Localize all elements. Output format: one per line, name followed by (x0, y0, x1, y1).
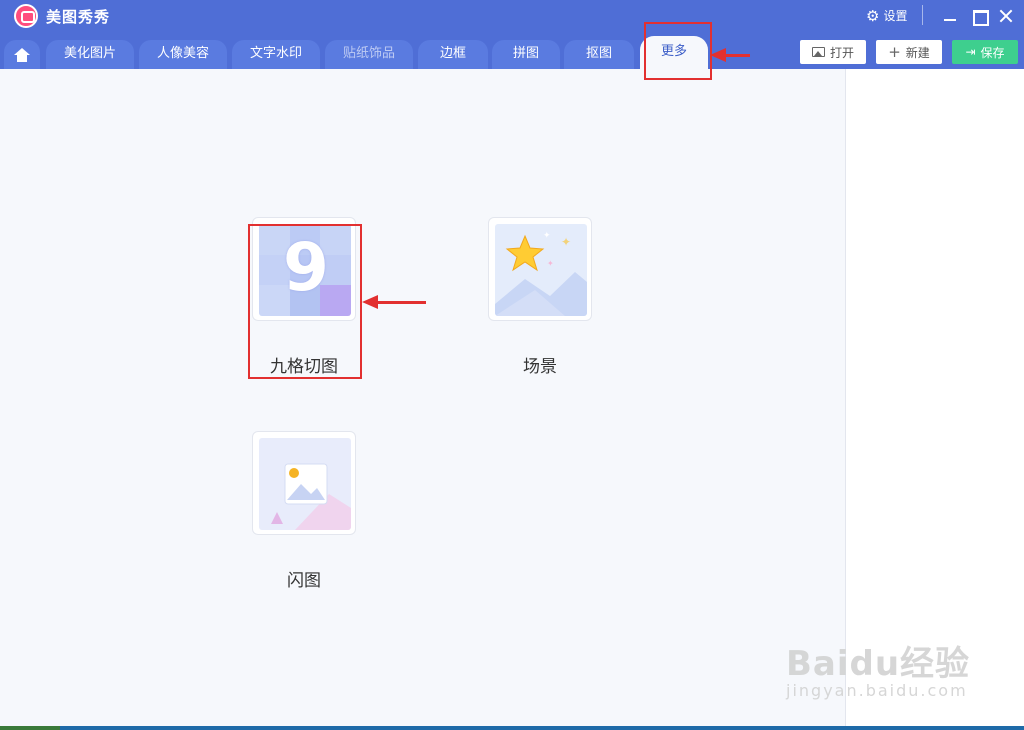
watermark: Baidu经验 jingyan.baidu.com (786, 636, 970, 700)
taskbar-strip (0, 726, 1024, 730)
open-button[interactable]: 打开 (800, 40, 866, 64)
tab-beautify[interactable]: 美化图片 (46, 40, 134, 69)
annotation-box-nine-grid (248, 224, 362, 379)
settings-button[interactable]: ⚙ 设置 (866, 7, 907, 24)
maximize-button[interactable] (969, 6, 989, 26)
close-button[interactable] (996, 6, 1016, 26)
svg-text:✦: ✦ (547, 259, 554, 268)
svg-text:✦: ✦ (543, 231, 551, 241)
watermark-main: Baidu经验 (786, 644, 971, 684)
save-button[interactable]: ⇥ 保存 (952, 40, 1018, 64)
title-bar: 美图秀秀 ⚙ 设置 (0, 0, 1024, 32)
tool-label-scene: 场景 (523, 357, 557, 377)
svg-text:✦: ✦ (561, 235, 571, 249)
gear-icon: ⚙ (866, 6, 880, 25)
open-label: 打开 (829, 45, 854, 60)
right-panel (845, 69, 1024, 726)
tab-bar: 美化图片 人像美容 文字水印 贴纸饰品 边框 拼图 抠图 更多 (0, 32, 1024, 69)
minimize-button[interactable] (940, 6, 960, 26)
image-icon (811, 47, 825, 57)
app-logo-icon (14, 4, 38, 28)
home-icon (14, 48, 30, 62)
new-label: 新建 (905, 45, 930, 60)
tab-portrait[interactable]: 人像美容 (139, 40, 227, 69)
new-button[interactable]: + 新建 (876, 40, 942, 64)
tab-text-watermark[interactable]: 文字水印 (232, 40, 320, 69)
plus-icon: + (888, 43, 901, 61)
tab-collage[interactable]: 拼图 (492, 40, 560, 69)
tab-home[interactable] (4, 40, 40, 69)
watermark-sub: jingyan.baidu.com (786, 681, 968, 700)
save-label: 保存 (980, 45, 1005, 60)
tab-border[interactable]: 边框 (418, 40, 488, 69)
tab-cutout[interactable]: 抠图 (564, 40, 634, 69)
tool-label-flash-image: 闪图 (287, 571, 321, 591)
annotation-box-more-tab (644, 22, 712, 80)
flash-image-icon (259, 438, 351, 530)
annotation-arrow-nine-grid (362, 295, 426, 309)
main-canvas (0, 69, 845, 726)
tool-scene[interactable]: ✦ ✦ ✦ (488, 217, 592, 321)
app-title: 美图秀秀 (46, 8, 111, 26)
annotation-arrow-more-tab (710, 48, 750, 62)
scene-star-icon: ✦ ✦ ✦ (495, 224, 587, 316)
tab-stickers[interactable]: 贴纸饰品 (325, 40, 413, 69)
tool-flash-image[interactable] (252, 431, 356, 535)
save-icon: ⇥ (965, 45, 976, 59)
title-bar-separator (922, 5, 923, 25)
settings-label: 设置 (883, 9, 908, 23)
